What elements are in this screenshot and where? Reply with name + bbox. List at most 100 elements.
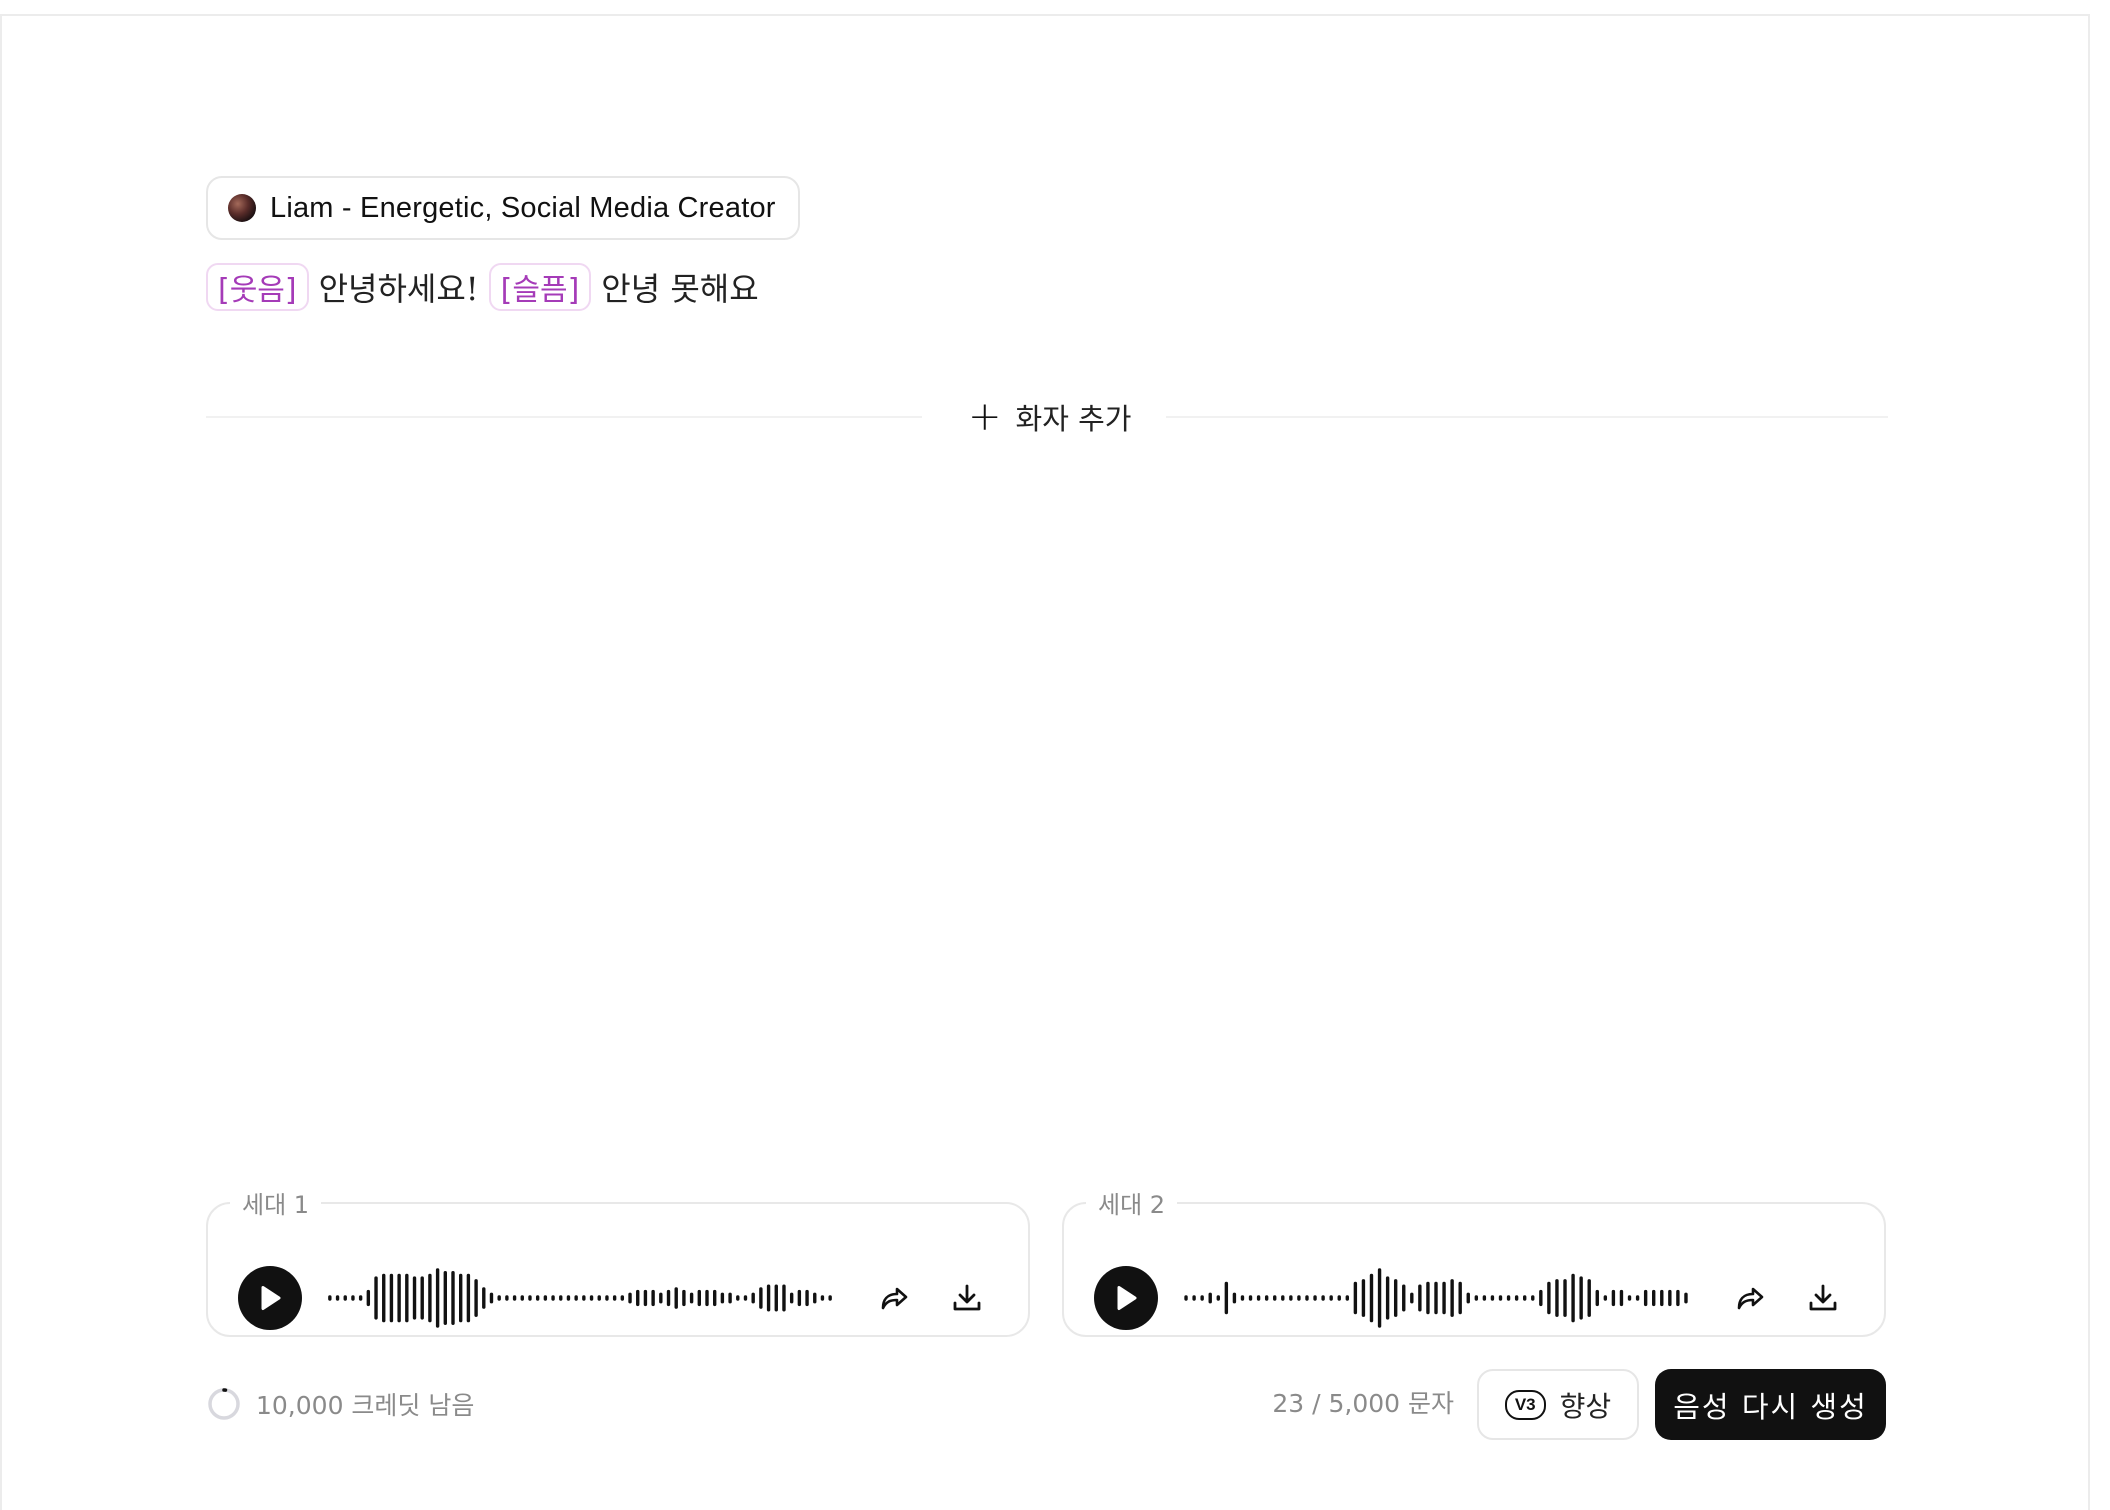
add-speaker-label: 화자 추가 <box>1015 402 1132 436</box>
voice-avatar <box>228 194 256 222</box>
audio-tag-sad[interactable]: [슬픔] <box>488 263 592 311</box>
waveform-bar <box>1539 1289 1543 1307</box>
waveform-bar <box>1442 1281 1446 1315</box>
waveform-bar <box>1482 1295 1487 1301</box>
waveform-bar <box>1603 1295 1608 1301</box>
model-badge: V3 <box>1504 1389 1546 1420</box>
waveform-bar <box>813 1292 817 1304</box>
waveform-bar <box>1627 1295 1632 1301</box>
play-button[interactable] <box>1094 1266 1158 1330</box>
waveform-bar <box>1418 1284 1422 1312</box>
waveform-bar <box>805 1289 809 1307</box>
credits-remaining: 10,000 크레딧 남음 <box>256 1391 475 1420</box>
waveform-bar <box>335 1295 340 1301</box>
waveform-bar <box>597 1295 601 1301</box>
audio-tag-laugh[interactable]: [웃음] <box>206 263 309 311</box>
waveform-bar <box>582 1295 586 1301</box>
waveform-bar <box>1232 1292 1237 1304</box>
waveform-bar <box>1256 1295 1261 1301</box>
waveform-bar <box>774 1284 778 1312</box>
waveform-bar <box>666 1289 671 1307</box>
script-text[interactable]: [웃음] 안녕하세요! [슬픔] 안녕 못해요 <box>206 263 759 311</box>
waveform-bar <box>728 1292 732 1304</box>
waveform-bar <box>512 1295 517 1301</box>
waveform-bar <box>1676 1289 1680 1307</box>
add-speaker-button[interactable]: + 화자 추가 <box>962 392 1138 442</box>
waveform-bar <box>1498 1295 1503 1301</box>
waveform-bar <box>1329 1295 1333 1301</box>
waveform-bar <box>620 1295 625 1301</box>
waveform-bar <box>1668 1289 1672 1307</box>
waveform-bar <box>589 1295 594 1301</box>
waveform-bar <box>1571 1273 1575 1323</box>
waveform-bar <box>651 1289 655 1307</box>
waveform-bar <box>1458 1281 1462 1315</box>
character-count: 23 / 5,000 문자 <box>1272 1389 1454 1418</box>
waveform-bar <box>1361 1279 1366 1317</box>
enhance-button[interactable]: V3 향상 <box>1477 1369 1639 1440</box>
waveform-bar <box>674 1287 678 1309</box>
waveform[interactable] <box>326 1266 834 1330</box>
waveform-bar <box>559 1295 563 1301</box>
waveform-bar <box>1385 1276 1390 1320</box>
audio-player <box>238 1266 998 1330</box>
waveform-bar <box>828 1295 832 1301</box>
divider-right <box>1166 416 1888 418</box>
waveform-bar <box>382 1273 386 1323</box>
regenerate-voice-button[interactable]: 음성 다시 생성 <box>1655 1369 1886 1440</box>
waveform-bar <box>551 1295 555 1301</box>
waveform-bar <box>543 1295 548 1301</box>
play-button[interactable] <box>238 1266 302 1330</box>
generation-label: 세대 2 <box>1098 1191 1166 1219</box>
voice-name: Liam - Energetic, Social Media Creator <box>270 191 776 224</box>
waveform-bar <box>489 1292 494 1304</box>
waveform-bar <box>1450 1279 1454 1317</box>
share-button[interactable] <box>1728 1275 1774 1321</box>
waveform-bar <box>605 1295 609 1301</box>
waveform-bar <box>1337 1295 1341 1301</box>
waveform-bar <box>766 1284 771 1312</box>
waveform-bar <box>1587 1279 1591 1317</box>
voice-selector[interactable]: Liam - Energetic, Social Media Creator <box>206 176 800 240</box>
waveform-bar <box>636 1289 640 1307</box>
waveform-bar <box>759 1287 763 1309</box>
spinner-ring-icon <box>208 1388 240 1420</box>
waveform-bar <box>466 1273 471 1323</box>
waveform-bar <box>566 1295 571 1301</box>
play-icon <box>1117 1286 1137 1310</box>
waveform-bar <box>751 1292 755 1304</box>
download-button[interactable] <box>1800 1275 1846 1321</box>
waveform-bar <box>1297 1295 1301 1301</box>
waveform-bar <box>1345 1295 1349 1301</box>
waveform-bar <box>697 1289 701 1307</box>
waveform-bar <box>435 1268 440 1328</box>
share-button[interactable] <box>872 1275 918 1321</box>
waveform-bar <box>1474 1295 1479 1301</box>
waveform-bar <box>643 1289 648 1307</box>
waveform-bar <box>420 1276 424 1320</box>
download-button[interactable] <box>944 1275 990 1321</box>
waveform-bar <box>682 1289 686 1307</box>
waveform-bar <box>412 1276 417 1320</box>
credits-indicator: 10,000 크레딧 남음 <box>206 1384 474 1424</box>
waveform-bar <box>612 1295 617 1301</box>
waveform-bar <box>428 1273 432 1323</box>
waveform-bar <box>1369 1273 1374 1323</box>
waveform-bar <box>1547 1281 1551 1315</box>
waveform-bar <box>1684 1292 1688 1304</box>
waveform-bar <box>628 1292 632 1304</box>
waveform-bar <box>1313 1295 1317 1301</box>
waveform-bar <box>1208 1292 1212 1304</box>
script-segment-2: 안녕 못해요 <box>601 270 759 308</box>
waveform[interactable] <box>1182 1266 1690 1330</box>
waveform-bar <box>1506 1295 1511 1301</box>
waveform-bar <box>451 1271 455 1325</box>
waveform-bar <box>1273 1295 1277 1301</box>
waveform-bar <box>797 1289 802 1307</box>
play-icon <box>261 1286 281 1310</box>
waveform-bar <box>366 1289 371 1307</box>
waveform-bar <box>397 1273 401 1323</box>
download-icon <box>953 1284 981 1311</box>
waveform-bar <box>1531 1295 1535 1301</box>
waveform-bar <box>1426 1281 1430 1315</box>
